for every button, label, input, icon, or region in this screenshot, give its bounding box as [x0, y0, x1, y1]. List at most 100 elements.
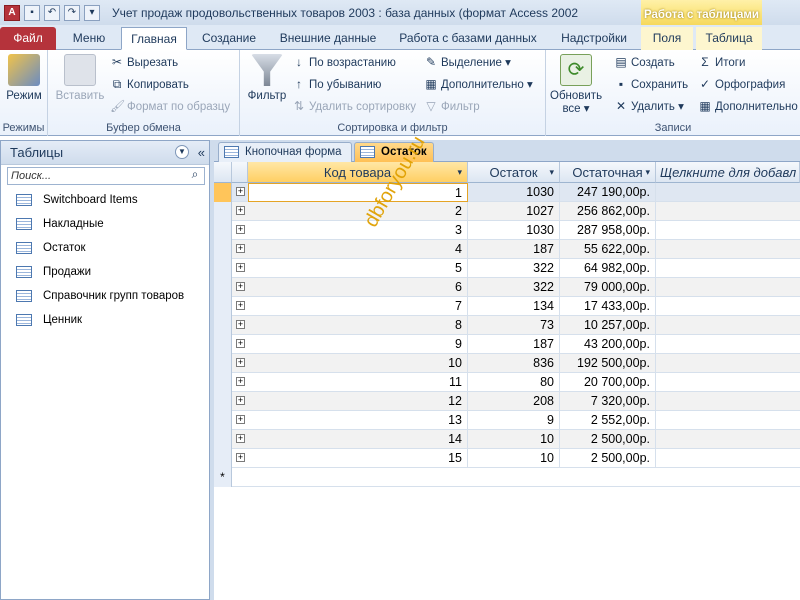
cell-residual[interactable]: 2 552,00р.	[560, 411, 656, 430]
column-header-stock[interactable]: Остаток ▾	[468, 162, 560, 183]
cell-residual[interactable]: 17 433,00р.	[560, 297, 656, 316]
table-row[interactable]: +8 73 10 257,00р.	[214, 316, 800, 335]
nav-item-invoices[interactable]: Накладные	[16, 214, 104, 234]
expand-icon[interactable]: +	[236, 358, 245, 367]
nav-item-sales[interactable]: Продажи	[16, 262, 91, 282]
expand-icon[interactable]: +	[236, 263, 245, 272]
expand-icon[interactable]: +	[236, 453, 245, 462]
cell-code[interactable]: 14	[248, 430, 468, 449]
table-row[interactable]: +10 836 192 500,00р.	[214, 354, 800, 373]
copy-button[interactable]: ⧉ Копировать	[110, 75, 189, 93]
expand-icon[interactable]: +	[236, 339, 245, 348]
cell-code[interactable]: 12	[248, 392, 468, 411]
paste-button[interactable]: Вставить	[54, 54, 106, 103]
cell-stock[interactable]: 1027	[468, 202, 560, 221]
cell-residual[interactable]: 64 982,00р.	[560, 259, 656, 278]
cell-stock[interactable]: 10	[468, 430, 560, 449]
nav-item-switchboard[interactable]: Switchboard Items	[16, 190, 138, 210]
quick-access-icon[interactable]: ▾	[84, 4, 100, 21]
row-selector[interactable]	[214, 449, 232, 468]
row-selector[interactable]	[214, 183, 232, 202]
nav-item-stock[interactable]: Остаток	[16, 238, 86, 258]
tab-home[interactable]: Главная	[121, 27, 187, 50]
filter-button[interactable]: Фильтр	[246, 54, 288, 103]
table-row[interactable]: +4 187 55 622,00р.	[214, 240, 800, 259]
tab-file[interactable]: Файл	[0, 27, 56, 50]
cell-code[interactable]: 9	[248, 335, 468, 354]
tab-menu[interactable]: Меню	[60, 27, 118, 50]
totals-button[interactable]: Σ Итоги	[698, 53, 745, 71]
row-selector[interactable]	[214, 278, 232, 297]
cell-residual[interactable]: 287 958,00р.	[560, 221, 656, 240]
advanced-filter-button[interactable]: ▦ Дополнительно ▾	[424, 75, 532, 93]
expand-icon[interactable]: +	[236, 187, 245, 196]
cell-stock[interactable]: 9	[468, 411, 560, 430]
cell-stock[interactable]: 1030	[468, 183, 560, 202]
save-record-button[interactable]: ▪ Сохранить	[614, 75, 688, 93]
table-row[interactable]: +6 322 79 000,00р.	[214, 278, 800, 297]
cell-stock[interactable]: 322	[468, 278, 560, 297]
undo-icon[interactable]: ↶	[44, 4, 60, 21]
cell-code[interactable]: 15	[248, 449, 468, 468]
cell-code[interactable]: 1	[248, 183, 468, 202]
row-selector[interactable]	[214, 411, 232, 430]
cell-stock[interactable]: 1030	[468, 221, 560, 240]
table-row[interactable]: +11 80 20 700,00р.	[214, 373, 800, 392]
table-row[interactable]: +3 1030 287 958,00р.	[214, 221, 800, 240]
cell-residual[interactable]: 2 500,00р.	[560, 430, 656, 449]
expand-icon[interactable]: +	[236, 396, 245, 405]
row-selector[interactable]	[214, 430, 232, 449]
cell-residual[interactable]: 55 622,00р.	[560, 240, 656, 259]
table-row[interactable]: +1 1030 247 190,00р.	[214, 183, 800, 202]
expand-icon[interactable]: +	[236, 206, 245, 215]
cell-residual[interactable]: 10 257,00р.	[560, 316, 656, 335]
cut-button[interactable]: ✂ Вырезать	[110, 53, 178, 71]
doc-tab-switchboard[interactable]: Кнопочная форма	[218, 142, 352, 162]
column-header-residual[interactable]: Остаточная ▾	[560, 162, 656, 183]
cell-residual[interactable]: 247 190,00р.	[560, 183, 656, 202]
search-icon[interactable]: ⌕	[187, 167, 203, 185]
refresh-all-button[interactable]: ⟳ Обновить все ▾	[550, 54, 602, 116]
cell-code[interactable]: 13	[248, 411, 468, 430]
row-selector[interactable]	[214, 316, 232, 335]
expand-icon[interactable]: +	[236, 320, 245, 329]
cell-code[interactable]: 7	[248, 297, 468, 316]
column-dropdown-icon[interactable]: ▾	[457, 162, 462, 183]
remove-sort-button[interactable]: ⇅ Удалить сортировку	[292, 97, 416, 115]
cell-stock[interactable]: 134	[468, 297, 560, 316]
table-row[interactable]: +12 208 7 320,00р.	[214, 392, 800, 411]
cell-code[interactable]: 4	[248, 240, 468, 259]
cell-code[interactable]: 6	[248, 278, 468, 297]
row-selector[interactable]	[214, 221, 232, 240]
toggle-filter-button[interactable]: ▽ Фильтр	[424, 97, 479, 115]
expand-icon[interactable]: +	[236, 377, 245, 386]
cell-residual[interactable]: 79 000,00р.	[560, 278, 656, 297]
add-column-header[interactable]: Щелкните для добавл	[656, 162, 800, 183]
expand-icon[interactable]: +	[236, 244, 245, 253]
cell-code[interactable]: 3	[248, 221, 468, 240]
row-selector[interactable]	[214, 240, 232, 259]
row-selector[interactable]	[214, 259, 232, 278]
row-selector[interactable]	[214, 392, 232, 411]
expand-icon[interactable]: +	[236, 282, 245, 291]
row-selector[interactable]	[214, 335, 232, 354]
cell-stock[interactable]: 73	[468, 316, 560, 335]
table-row[interactable]: +14 10 2 500,00р.	[214, 430, 800, 449]
cell-residual[interactable]: 20 700,00р.	[560, 373, 656, 392]
selection-button[interactable]: ✎ Выделение ▾	[424, 53, 511, 71]
collapse-icon[interactable]: «	[198, 141, 205, 165]
nav-header[interactable]: Таблицы ▼ «	[1, 141, 209, 165]
cell-code[interactable]: 8	[248, 316, 468, 335]
sort-ascending-button[interactable]: ↓ По возрастанию	[292, 53, 396, 71]
tab-create[interactable]: Создание	[190, 27, 268, 50]
column-dropdown-icon[interactable]: ▾	[549, 162, 554, 183]
expand-icon[interactable]: +	[236, 415, 245, 424]
new-record-row[interactable]: *	[214, 468, 800, 487]
row-selector[interactable]	[214, 202, 232, 221]
tab-external-data[interactable]: Внешние данные	[272, 27, 384, 50]
new-record-button[interactable]: ▤ Создать	[614, 53, 674, 71]
row-selector[interactable]	[214, 354, 232, 373]
column-dropdown-icon[interactable]: ▾	[645, 162, 650, 183]
cell-stock[interactable]: 80	[468, 373, 560, 392]
nav-item-price-tag[interactable]: Ценник	[16, 310, 82, 330]
